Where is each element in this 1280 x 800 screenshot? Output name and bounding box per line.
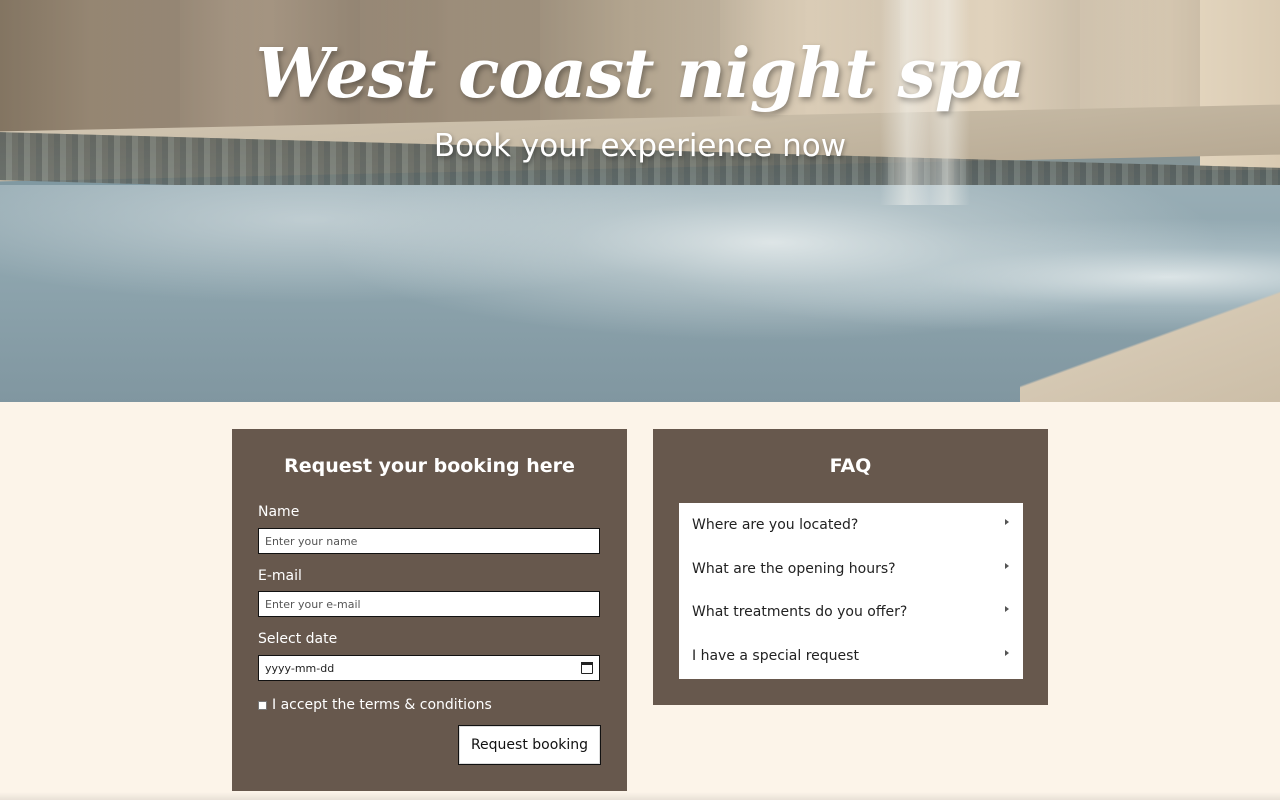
email-input[interactable]: Enter your e-mail [258,591,600,617]
request-booking-button[interactable]: Request booking [458,725,601,765]
faq-question: I have a special request [692,648,859,664]
faq-question: What treatments do you offer? [692,604,908,620]
email-label: E-mail [258,568,302,584]
hero-banner: West coast night spa Book your experienc… [0,0,1280,402]
hero-subtitle: Book your experience now [433,128,847,164]
date-label: Select date [258,631,338,647]
caret-right-icon [1005,519,1009,525]
terms-row: I accept the terms & conditions [258,697,492,713]
caret-right-icon [1005,606,1009,612]
faq-list: Where are you located? What are the open… [679,503,1023,679]
faq-item-special-request[interactable]: I have a special request [679,634,1023,678]
terms-label: I accept the terms & conditions [272,697,492,713]
faq-question: What are the opening hours? [692,561,896,577]
name-input[interactable]: Enter your name [258,528,600,554]
booking-form: Request your booking here Name Enter you… [232,429,627,791]
name-label: Name [258,504,300,520]
date-input[interactable]: yyyy-mm-dd [258,655,600,681]
calendar-icon[interactable] [581,662,593,674]
bottom-shadow [0,792,1280,800]
terms-checkbox[interactable] [258,700,267,710]
hero-title: West coast night spa [255,34,1026,114]
date-placeholder: yyyy-mm-dd [265,661,335,675]
hero-pool-corner [1020,290,1280,402]
faq-question: Where are you located? [692,517,859,533]
faq-item-location[interactable]: Where are you located? [679,503,1023,547]
faq-panel: FAQ Where are you located? What are the … [653,429,1048,705]
faq-item-treatments[interactable]: What treatments do you offer? [679,590,1023,634]
booking-title: Request your booking here [284,455,575,477]
caret-right-icon [1005,563,1009,569]
caret-right-icon [1005,650,1009,656]
faq-item-opening-hours[interactable]: What are the opening hours? [679,547,1023,591]
faq-title: FAQ [829,455,872,477]
